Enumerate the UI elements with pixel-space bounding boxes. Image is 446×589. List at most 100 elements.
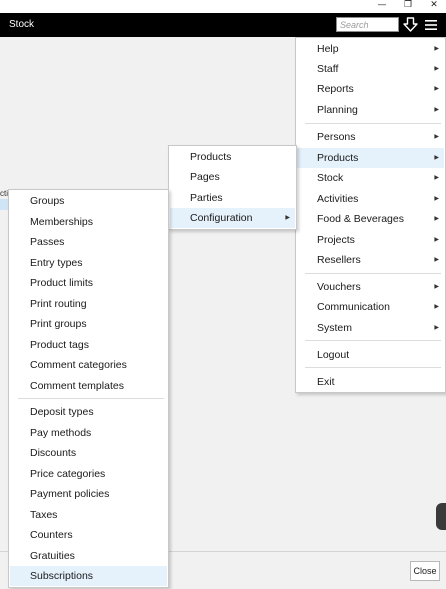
menu-item-label: Passes — [30, 236, 65, 248]
config-menu-item-gratuities[interactable]: Gratuities — [10, 546, 167, 566]
menu-separator — [18, 398, 164, 399]
menu-item-label: Reports — [317, 83, 354, 95]
main-menu: Help ▶ Staff ▶ Reports ▶ Planning ▶ Persons ▶ Prod… — [295, 37, 446, 393]
main-menu-item-persons[interactable]: Persons ▶ — [297, 127, 444, 147]
main-menu-item-activities[interactable]: Activities ▶ — [297, 189, 444, 209]
chevron-right-icon: ▶ — [434, 256, 439, 263]
main-menu-item-food-and-beverages[interactable]: Food & Beverages ▶ — [297, 209, 444, 229]
main-menu-item-projects[interactable]: Projects ▶ — [297, 230, 444, 250]
menu-separator — [305, 273, 441, 274]
menu-item-label: Deposit types — [30, 406, 94, 418]
products-menu-item-parties[interactable]: Parties — [170, 188, 295, 208]
menu-item-label: Persons — [317, 131, 356, 143]
main-menu-item-system[interactable]: System ▶ — [297, 318, 444, 338]
config-menu-item-subscriptions[interactable]: Subscriptions — [10, 566, 167, 586]
window-close-button[interactable]: ✕ — [422, 0, 446, 13]
chevron-right-icon: ▶ — [434, 174, 439, 181]
menu-item-label: Exit — [317, 376, 335, 388]
menu-item-label: Payment policies — [30, 488, 110, 500]
products-menu-item-products[interactable]: Products — [170, 147, 295, 167]
close-button[interactable]: Close — [410, 561, 440, 581]
menu-separator — [305, 340, 441, 341]
products-menu-item-pages[interactable]: Pages — [170, 167, 295, 187]
minimize-button[interactable]: — — [370, 0, 394, 13]
menu-item-label: Communication — [317, 301, 390, 313]
menu-item-label: Activities — [317, 193, 359, 205]
main-menu-item-reports[interactable]: Reports ▶ — [297, 79, 444, 99]
menu-item-label: Products — [190, 151, 232, 163]
menu-separator — [305, 367, 441, 368]
configuration-submenu: Groups Memberships Passes Entry types Produc… — [8, 189, 169, 588]
chevron-right-icon: ▶ — [434, 236, 439, 243]
main-menu-item-vouchers[interactable]: Vouchers ▶ — [297, 277, 444, 297]
config-menu-item-pay-methods[interactable]: Pay methods — [10, 423, 167, 443]
config-menu-item-counters[interactable]: Counters — [10, 525, 167, 545]
menu-item-label: Pages — [190, 171, 220, 183]
menu-item-label: Vouchers — [317, 281, 361, 293]
config-menu-item-comment-categories[interactable]: Comment categories — [10, 355, 167, 375]
main-menu-item-resellers[interactable]: Resellers ▶ — [297, 250, 444, 270]
main-menu-item-exit[interactable]: Exit — [297, 372, 444, 392]
chevron-right-icon: ▶ — [434, 324, 439, 331]
chevron-right-icon: ▶ — [434, 85, 439, 92]
config-menu-item-groups[interactable]: Groups — [10, 191, 167, 211]
main-menu-item-staff[interactable]: Staff ▶ — [297, 59, 444, 79]
menu-item-label: Products — [317, 152, 359, 164]
menu-item-label: Logout — [317, 349, 350, 361]
config-menu-item-entry-types[interactable]: Entry types — [10, 253, 167, 273]
config-menu-item-taxes[interactable]: Taxes — [10, 505, 167, 525]
config-menu-item-passes[interactable]: Passes — [10, 232, 167, 252]
restore-button[interactable]: ❐ — [396, 0, 420, 13]
download-icon[interactable] — [403, 17, 418, 33]
main-menu-item-help[interactable]: Help ▶ — [297, 39, 444, 59]
menu-item-label: Configuration — [190, 212, 253, 224]
main-menu-item-stock[interactable]: Stock ▶ — [297, 168, 444, 188]
config-menu-item-product-tags[interactable]: Product tags — [10, 335, 167, 355]
config-menu-item-print-routing[interactable]: Print routing — [10, 294, 167, 314]
chevron-right-icon: ▶ — [434, 106, 439, 113]
config-menu-item-discounts[interactable]: Discounts — [10, 443, 167, 463]
menu-item-label: Print groups — [30, 318, 87, 330]
config-menu-item-memberships[interactable]: Memberships — [10, 212, 167, 232]
chevron-right-icon: ▶ — [285, 214, 290, 221]
menu-item-label: Help — [317, 43, 339, 55]
menu-item-label: Groups — [30, 195, 65, 207]
menu-item-label: Discounts — [30, 447, 77, 459]
config-menu-item-deposit-types[interactable]: Deposit types — [10, 402, 167, 422]
chevron-right-icon: ▶ — [434, 283, 439, 290]
chevron-right-icon: ▶ — [434, 195, 439, 202]
side-panel-handle[interactable] — [436, 503, 446, 530]
hamburger-menu-icon[interactable] — [424, 18, 438, 32]
config-menu-item-product-limits[interactable]: Product limits — [10, 273, 167, 293]
search-input[interactable]: Search — [336, 17, 399, 32]
menu-item-label: Comment templates — [30, 380, 124, 392]
chevron-right-icon: ▶ — [434, 65, 439, 72]
menu-item-label: Food & Beverages — [317, 213, 404, 225]
chevron-right-icon: ▶ — [434, 45, 439, 52]
menu-item-label: Stock — [317, 172, 344, 184]
chevron-right-icon: ▶ — [434, 133, 439, 140]
search-placeholder: Search — [340, 20, 369, 30]
config-menu-item-price-categories[interactable]: Price categories — [10, 464, 167, 484]
config-menu-item-payment-policies[interactable]: Payment policies — [10, 484, 167, 504]
main-menu-item-communication[interactable]: Communication ▶ — [297, 297, 444, 317]
main-menu-item-planning[interactable]: Planning ▶ — [297, 100, 444, 120]
config-menu-item-print-groups[interactable]: Print groups — [10, 314, 167, 334]
menu-item-label: Print routing — [30, 298, 87, 310]
menu-item-label: Comment categories — [30, 359, 127, 371]
menu-item-label: Planning — [317, 104, 358, 116]
products-menu-item-configuration[interactable]: Configuration ▶ — [170, 208, 295, 228]
menu-item-label: Gratuities — [30, 550, 75, 562]
config-menu-item-comment-templates[interactable]: Comment templates — [10, 376, 167, 396]
app-header: Stock Search — [0, 13, 446, 37]
menu-item-label: Resellers — [317, 254, 361, 266]
menu-item-label: Projects — [317, 234, 355, 246]
main-menu-item-products[interactable]: Products ▶ — [297, 148, 444, 168]
chevron-right-icon: ▶ — [434, 154, 439, 161]
menu-item-label: Product limits — [30, 277, 94, 289]
menu-item-label: Parties — [190, 192, 223, 204]
main-menu-item-logout[interactable]: Logout — [297, 345, 444, 365]
menu-item-label: Subscriptions — [30, 570, 94, 582]
menu-item-label: Staff — [317, 63, 339, 75]
products-submenu: Products Pages Parties Configuration ▶ — [168, 145, 297, 230]
